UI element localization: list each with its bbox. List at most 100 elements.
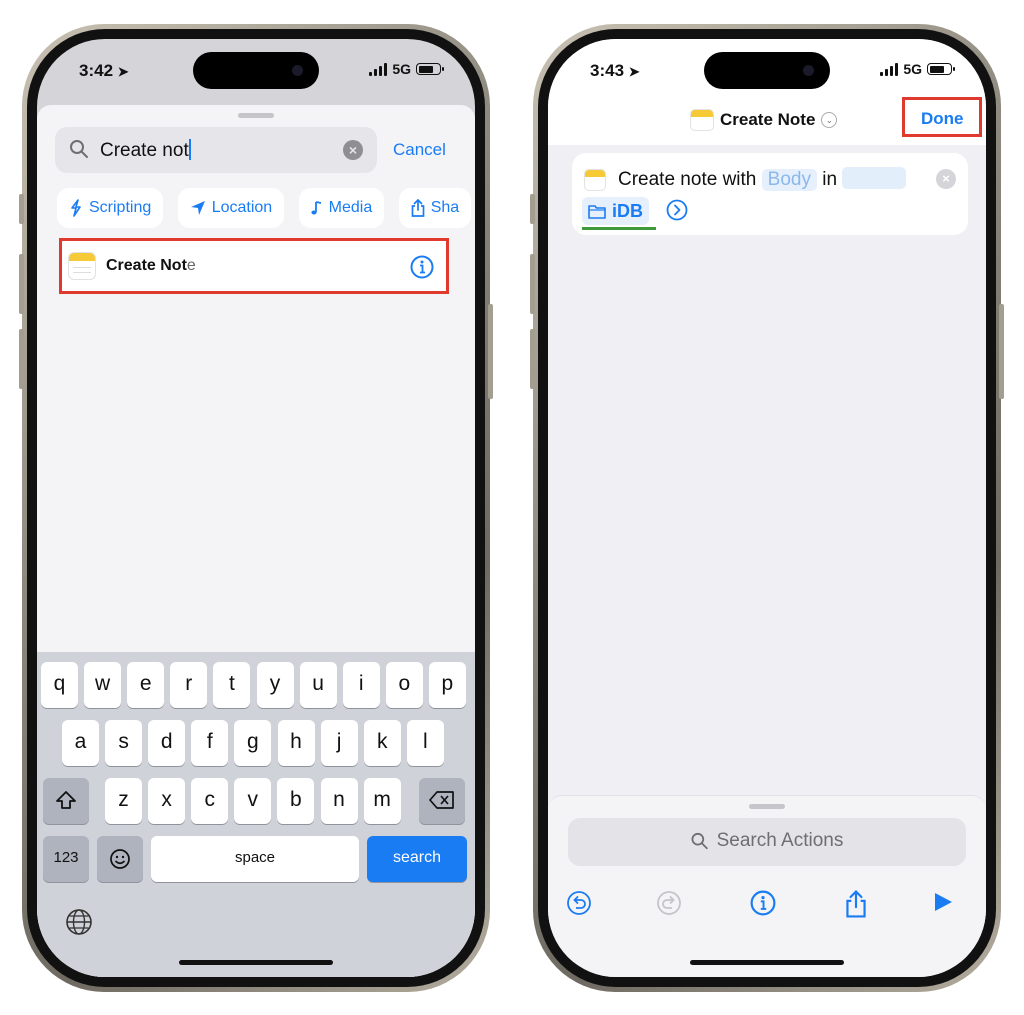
empty-variable-token[interactable] <box>842 167 907 189</box>
side-button <box>999 304 1004 399</box>
search-actions-field[interactable]: Search Actions <box>568 818 966 866</box>
folder-token[interactable]: iDB <box>582 197 649 225</box>
search-icon <box>70 140 88 158</box>
chip-media[interactable]: Media <box>298 188 385 228</box>
shortcut-title-menu[interactable]: Create Note ⌄ <box>690 109 838 131</box>
right-phone-frame: 3:43 ➤ 5G Create Note ⌄ Done Create note… <box>530 24 1004 992</box>
search-input[interactable]: Create not × <box>55 127 377 173</box>
key-b[interactable]: b <box>277 778 315 824</box>
signal-icon <box>369 62 388 76</box>
cancel-button[interactable]: Cancel <box>393 140 446 160</box>
key-q[interactable]: q <box>41 662 78 708</box>
key-v[interactable]: v <box>234 778 272 824</box>
nav-bar: Create Note ⌄ Done <box>548 97 986 145</box>
key-h[interactable]: h <box>277 720 315 766</box>
key-p[interactable]: p <box>428 662 466 708</box>
key-o[interactable]: o <box>385 662 423 708</box>
key-j[interactable]: j <box>320 720 358 766</box>
info-icon[interactable] <box>750 890 776 916</box>
volume-down-button <box>530 329 535 389</box>
key-l[interactable]: l <box>406 720 444 766</box>
space-key[interactable]: space <box>151 836 359 882</box>
status-indicators: 5G <box>369 61 444 77</box>
shift-key[interactable] <box>43 778 89 824</box>
key-m[interactable]: m <box>363 778 401 824</box>
result-label: Create Note <box>106 257 196 274</box>
location-arrow-icon <box>190 201 205 215</box>
globe-icon[interactable] <box>65 908 93 936</box>
key-w[interactable]: w <box>84 662 122 708</box>
key-x[interactable]: x <box>148 778 186 824</box>
volume-up-button <box>530 254 535 314</box>
numbers-key[interactable]: 123 <box>43 836 89 882</box>
drawer-grabber[interactable] <box>749 804 785 809</box>
play-icon[interactable] <box>932 890 954 914</box>
status-bar: 3:42 ➤ 5G <box>37 39 475 101</box>
key-y[interactable]: y <box>256 662 294 708</box>
result-create-note[interactable]: Create Note <box>59 238 449 294</box>
remove-action-icon[interactable]: × <box>936 169 956 189</box>
chip-location[interactable]: Location <box>177 188 285 228</box>
backspace-icon <box>429 791 454 809</box>
chip-scripting[interactable]: Scripting <box>57 188 164 228</box>
emoji-key[interactable] <box>97 836 143 882</box>
music-note-icon <box>311 201 321 215</box>
key-k[interactable]: k <box>363 720 401 766</box>
key-s[interactable]: s <box>105 720 143 766</box>
info-icon[interactable] <box>410 255 434 279</box>
action-text: Create note with Body in <box>618 167 907 191</box>
chevron-down-icon: ⌄ <box>821 112 838 128</box>
home-indicator <box>690 960 844 965</box>
keyboard-row-3: zxcvbnm <box>37 778 475 824</box>
key-g[interactable]: g <box>234 720 272 766</box>
dynamic-island <box>704 52 830 89</box>
share-icon[interactable] <box>844 890 868 918</box>
key-c[interactable]: c <box>191 778 229 824</box>
search-row: Create not × Cancel <box>55 127 461 173</box>
left-screen: 3:42 ➤ 5G Create not × Cancel Scripting … <box>37 39 475 977</box>
battery-icon <box>416 63 444 75</box>
keyboard: qwertyuiop asdfghjkl zxcvbnm 123 space s… <box>37 652 475 977</box>
left-phone-frame: 3:42 ➤ 5G Create not × Cancel Scripting … <box>19 24 493 992</box>
clear-icon[interactable]: × <box>343 140 363 160</box>
category-chips: Scripting Location Media Sha <box>57 188 475 228</box>
key-d[interactable]: d <box>148 720 186 766</box>
network-label: 5G <box>903 61 922 77</box>
key-t[interactable]: t <box>213 662 251 708</box>
right-screen: 3:43 ➤ 5G Create Note ⌄ Done Create note… <box>548 39 986 977</box>
volume-up-button <box>19 254 24 314</box>
editor-toolbar <box>548 888 986 918</box>
delete-key[interactable] <box>419 778 465 824</box>
network-label: 5G <box>392 61 411 77</box>
sheet-grabber[interactable] <box>238 113 274 118</box>
key-z[interactable]: z <box>105 778 142 824</box>
key-e[interactable]: e <box>127 662 165 708</box>
key-n[interactable]: n <box>320 778 358 824</box>
notes-app-icon <box>584 169 606 191</box>
key-r[interactable]: r <box>170 662 208 708</box>
done-button[interactable]: Done <box>921 109 964 129</box>
key-u[interactable]: u <box>299 662 337 708</box>
emoji-icon <box>110 849 130 869</box>
search-input-value: Create not <box>100 139 191 161</box>
scripting-icon <box>71 199 81 217</box>
folder-underline <box>582 227 656 230</box>
key-i[interactable]: i <box>342 662 380 708</box>
key-a[interactable]: a <box>62 720 99 766</box>
create-note-action-card[interactable]: Create note with Body in × iDB <box>572 153 968 235</box>
chevron-right-circle-icon[interactable] <box>666 199 688 221</box>
status-bar: 3:43 ➤ 5G <box>548 39 986 101</box>
key-f[interactable]: f <box>191 720 229 766</box>
shift-icon <box>56 791 76 809</box>
home-indicator <box>179 960 333 965</box>
done-highlight: Done <box>902 97 982 137</box>
chip-share[interactable]: Sha <box>398 188 472 228</box>
undo-icon[interactable] <box>566 890 592 916</box>
action-button <box>19 194 24 224</box>
folder-icon <box>588 204 606 219</box>
signal-icon <box>880 62 899 76</box>
body-token[interactable]: Body <box>761 169 817 191</box>
search-key[interactable]: search <box>367 836 467 882</box>
share-icon <box>411 199 425 217</box>
search-icon <box>691 832 708 850</box>
